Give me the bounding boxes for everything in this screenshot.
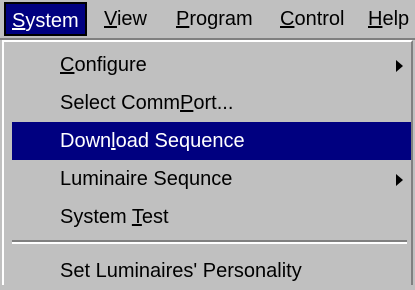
menu-control-mnemonic: C [280,8,295,30]
menu-item-configure[interactable]: Configure [12,46,411,84]
menu-item-select-commport-label: Select CommPort... [60,92,234,114]
menu-item-set-luminaires-personality[interactable]: Set Luminaires' Personality [12,252,411,290]
menu-item-download-sequence-label: Download Sequence [60,130,245,152]
menu-item-system-test-label: System Test [60,206,169,228]
menu-item-set-personality-label: Set Luminaires' Personality [60,260,302,282]
menu-item-system-test[interactable]: System Test [12,198,411,236]
menu-system[interactable]: System [4,2,87,36]
menu-program[interactable]: Program [170,2,259,36]
menu-help[interactable]: Help [362,2,415,36]
submenu-arrow-icon [396,60,403,72]
menu-system-mnemonic: S [12,10,26,32]
menu-item-select-commport[interactable]: Select CommPort... [12,84,411,122]
menu-view-mnemonic: V [104,8,117,30]
system-dropdown-menu: Configure Select CommPort... Download Se… [2,40,413,285]
menu-item-luminaire-sequence-label: Luminaire Sequnce [60,168,233,190]
menu-view[interactable]: View [98,2,153,36]
submenu-arrow-icon [396,174,403,186]
menu-program-mnemonic: P [176,8,190,30]
menu-separator [12,240,407,244]
menu-item-download-sequence[interactable]: Download Sequence [12,122,411,160]
menu-item-luminaire-sequence[interactable]: Luminaire Sequnce [12,160,411,198]
menu-help-mnemonic: H [368,8,383,30]
menu-bar: System View Program Control Help [0,0,415,40]
menu-control[interactable]: Control [274,2,350,36]
menu-item-configure-label: Configure [60,54,147,76]
